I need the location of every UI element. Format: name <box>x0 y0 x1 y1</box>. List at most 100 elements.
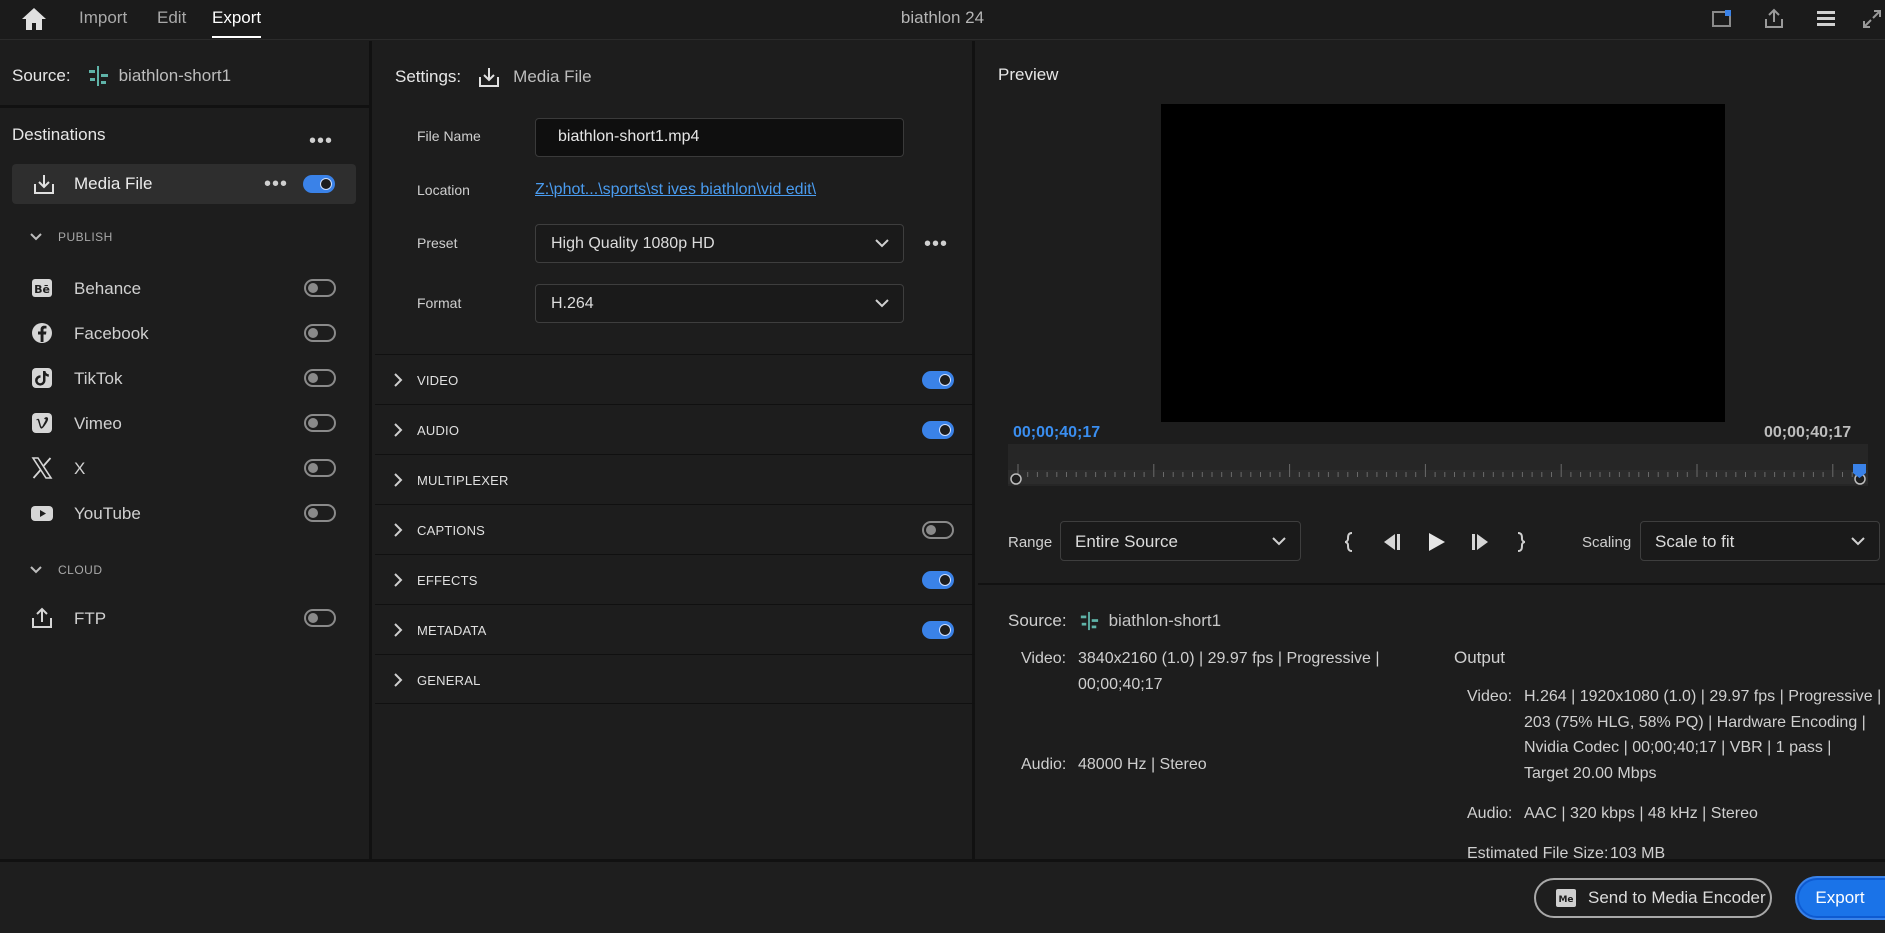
source-row: Source: biathlon-short1 <box>12 65 231 87</box>
section-effects[interactable]: EFFECTS <box>375 554 975 604</box>
cloud-section-header[interactable]: CLOUD <box>30 563 103 577</box>
youtube-icon <box>31 506 53 521</box>
timeline-scrubber[interactable] <box>1008 444 1868 486</box>
destination-ftp[interactable]: FTP <box>30 603 340 633</box>
top-bar: Import Edit Export biathlon 24 <box>0 0 1885 40</box>
source-video-label: Video: <box>1021 650 1067 667</box>
step-forward-icon[interactable] <box>1468 531 1492 553</box>
section-general[interactable]: GENERAL <box>375 654 975 704</box>
scaling-select[interactable]: Scale to fit <box>1640 521 1880 561</box>
scaling-value: Scale to fit <box>1655 532 1735 551</box>
source-info-header: Source: biathlon-short1 <box>1008 608 1221 634</box>
tab-export[interactable]: Export <box>212 0 262 40</box>
sequence-icon <box>1080 611 1098 630</box>
settings-panel: Settings: Media File File Name biathlon-… <box>375 41 975 859</box>
chevron-right-icon <box>394 473 403 487</box>
timecode-in: 00;00;40;17 <box>1013 424 1101 441</box>
section-captions[interactable]: CAPTIONS <box>375 504 975 554</box>
chevron-right-icon <box>394 673 403 687</box>
preview-title: Preview <box>998 65 1059 84</box>
divider <box>978 583 1885 585</box>
publish-label: PUBLISH <box>58 230 113 244</box>
media-file-toggle[interactable] <box>303 175 335 193</box>
mark-out-icon[interactable] <box>1508 531 1532 553</box>
destination-tiktok[interactable]: TikTok <box>30 363 340 393</box>
tab-edit[interactable]: Edit <box>157 0 186 40</box>
destination-media-file[interactable]: Media File ••• <box>12 164 356 204</box>
home-icon[interactable] <box>20 6 48 32</box>
section-effects-label: EFFECTS <box>417 573 478 588</box>
tiktok-toggle[interactable] <box>304 369 336 387</box>
chevron-down-icon <box>1272 537 1286 546</box>
workspaces-icon[interactable] <box>1814 7 1838 31</box>
chevron-right-icon <box>394 423 403 437</box>
section-multiplexer[interactable]: MULTIPLEXER <box>375 454 975 504</box>
preview-panel: Preview 00;00;40;17 00;00;40;17 Range En… <box>978 41 1885 862</box>
chevron-down-icon <box>30 566 42 574</box>
destinations-more-icon[interactable]: ••• <box>309 131 333 151</box>
media-encoder-icon: Me <box>1556 889 1576 907</box>
section-video-label: VIDEO <box>417 373 459 388</box>
x-label: X <box>74 459 86 478</box>
x-toggle[interactable] <box>304 459 336 477</box>
tab-import[interactable]: Import <box>79 0 127 40</box>
effects-toggle[interactable] <box>922 571 954 589</box>
facebook-toggle[interactable] <box>304 324 336 342</box>
metadata-toggle[interactable] <box>922 621 954 639</box>
section-metadata-label: METADATA <box>417 623 487 638</box>
step-back-icon[interactable] <box>1380 531 1404 553</box>
format-select[interactable]: H.264 <box>535 284 904 323</box>
youtube-toggle[interactable] <box>304 504 336 522</box>
play-icon[interactable] <box>1424 531 1448 553</box>
share-icon[interactable] <box>1762 7 1786 31</box>
vimeo-toggle[interactable] <box>304 414 336 432</box>
mark-in-icon[interactable] <box>1338 531 1362 553</box>
expand-icon[interactable] <box>1860 7 1884 31</box>
behance-label: Behance <box>74 279 142 298</box>
tiktok-icon <box>32 368 52 388</box>
section-audio[interactable]: AUDIO <box>375 404 975 454</box>
youtube-label: YouTube <box>74 504 141 523</box>
destination-x[interactable]: X <box>30 453 340 483</box>
audio-toggle[interactable] <box>922 421 954 439</box>
section-video[interactable]: VIDEO <box>375 354 975 404</box>
settings-header: Settings: Media File <box>395 65 592 89</box>
download-icon <box>479 68 500 87</box>
destination-youtube[interactable]: YouTube <box>30 498 340 528</box>
publish-section-header[interactable]: PUBLISH <box>30 230 113 244</box>
source-info-label: Source: <box>1008 611 1067 630</box>
export-button[interactable]: Export <box>1797 878 1885 918</box>
chevron-right-icon <box>394 573 403 587</box>
source-video-line: 00;00;40;17 <box>1078 675 1163 693</box>
preset-more-icon[interactable]: ••• <box>924 234 948 254</box>
range-value: Entire Source <box>1075 532 1178 551</box>
file-name-input[interactable]: biathlon-short1.mp4 <box>535 118 904 157</box>
ftp-toggle[interactable] <box>304 609 336 627</box>
behance-toggle[interactable] <box>304 279 336 297</box>
format-label: Format <box>417 295 462 311</box>
destination-facebook[interactable]: Facebook <box>30 318 340 348</box>
captions-toggle[interactable] <box>922 521 954 539</box>
preset-select[interactable]: High Quality 1080p HD <box>535 224 904 263</box>
media-file-label: Media File <box>74 174 153 193</box>
facebook-label: Facebook <box>74 324 149 343</box>
send-to-media-encoder-button[interactable]: Me Send to Media Encoder <box>1534 878 1772 918</box>
section-captions-label: CAPTIONS <box>417 523 486 538</box>
video-toggle[interactable] <box>922 371 954 389</box>
media-file-more-icon[interactable]: ••• <box>264 174 288 194</box>
source-info-name: biathlon-short1 <box>1108 611 1222 630</box>
preset-label: Preset <box>417 235 458 251</box>
output-video-line: Nvidia Codec | 00;00;40;17 | VBR | 1 pas… <box>1524 739 1832 756</box>
chevron-right-icon <box>394 523 403 537</box>
scaling-label: Scaling <box>1582 534 1632 551</box>
range-select[interactable]: Entire Source <box>1060 521 1301 561</box>
quality-monitor-icon[interactable] <box>1710 7 1734 31</box>
bottom-bar: Me Send to Media Encoder Export <box>0 859 1885 933</box>
destination-vimeo[interactable]: Vimeo <box>30 408 340 438</box>
send-to-media-encoder-label: Send to Media Encoder <box>1588 888 1766 907</box>
location-link[interactable]: Z:\phot...\sports\st ives biathlon\vid e… <box>535 181 816 199</box>
output-audio-label: Audio: <box>1467 805 1513 822</box>
destination-behance[interactable]: Bē Behance <box>30 273 340 303</box>
output-audio-details: AAC | 320 kbps | 48 kHz | Stereo <box>1524 805 1758 822</box>
section-metadata[interactable]: METADATA <box>375 604 975 654</box>
